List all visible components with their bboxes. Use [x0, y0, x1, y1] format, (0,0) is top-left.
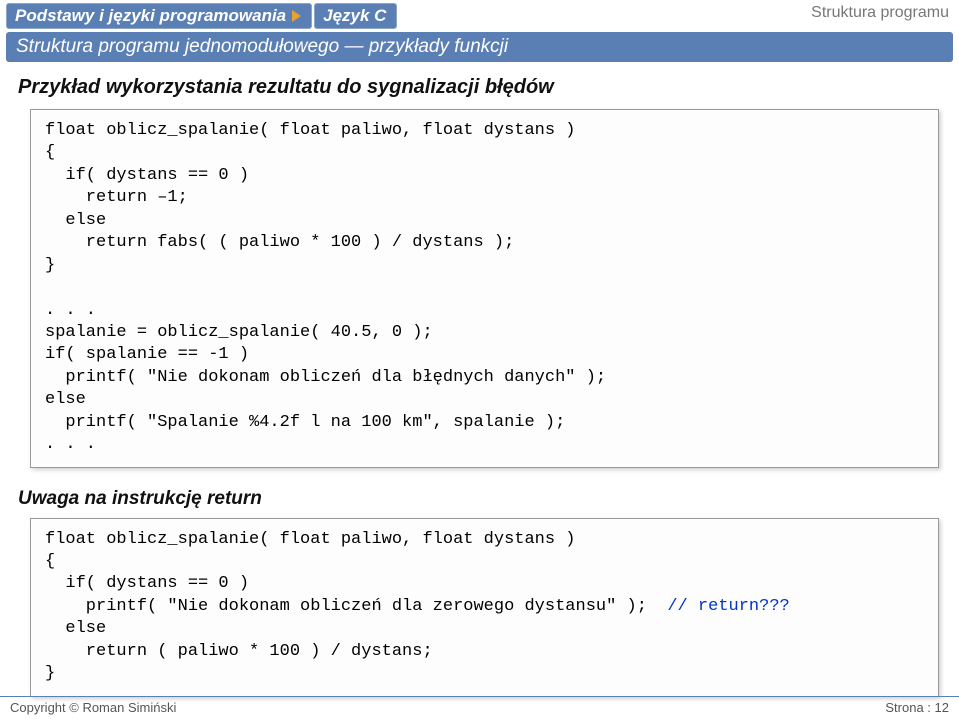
breadcrumb-2-text: Język C [323, 6, 386, 25]
breadcrumb-1-text: Podstawy i języki programowania [15, 6, 286, 26]
code-block-1: float oblicz_spalanie( float paliwo, flo… [30, 109, 939, 468]
header-right-text: Struktura programu [811, 4, 949, 22]
code-block-2: float oblicz_spalanie( float paliwo, flo… [30, 518, 939, 697]
section-title: Przykład wykorzystania rezultatu do sygn… [0, 62, 959, 107]
code2-post: else return ( paliwo * 100 ) / dystans; … [45, 619, 433, 683]
subtitle-bar: Struktura programu jednomodułowego — prz… [6, 32, 953, 62]
footer: Copyright © Roman Simiński Strona : 12 [0, 696, 959, 719]
code2-comment: // return??? [667, 597, 789, 616]
footer-copyright: Copyright © Roman Simiński [10, 700, 176, 715]
arrow-icon [292, 10, 301, 22]
breadcrumb-tag-1: Podstawy i języki programowania [6, 3, 312, 29]
code2-pre: float oblicz_spalanie( float paliwo, flo… [45, 530, 667, 616]
breadcrumb-tag-2: Język C [314, 3, 397, 29]
footer-page: Strona : 12 [885, 700, 949, 715]
section-2-title: Uwaga na instrukcję return [0, 478, 959, 516]
header-bar: Podstawy i języki programowania Język C … [0, 0, 959, 32]
